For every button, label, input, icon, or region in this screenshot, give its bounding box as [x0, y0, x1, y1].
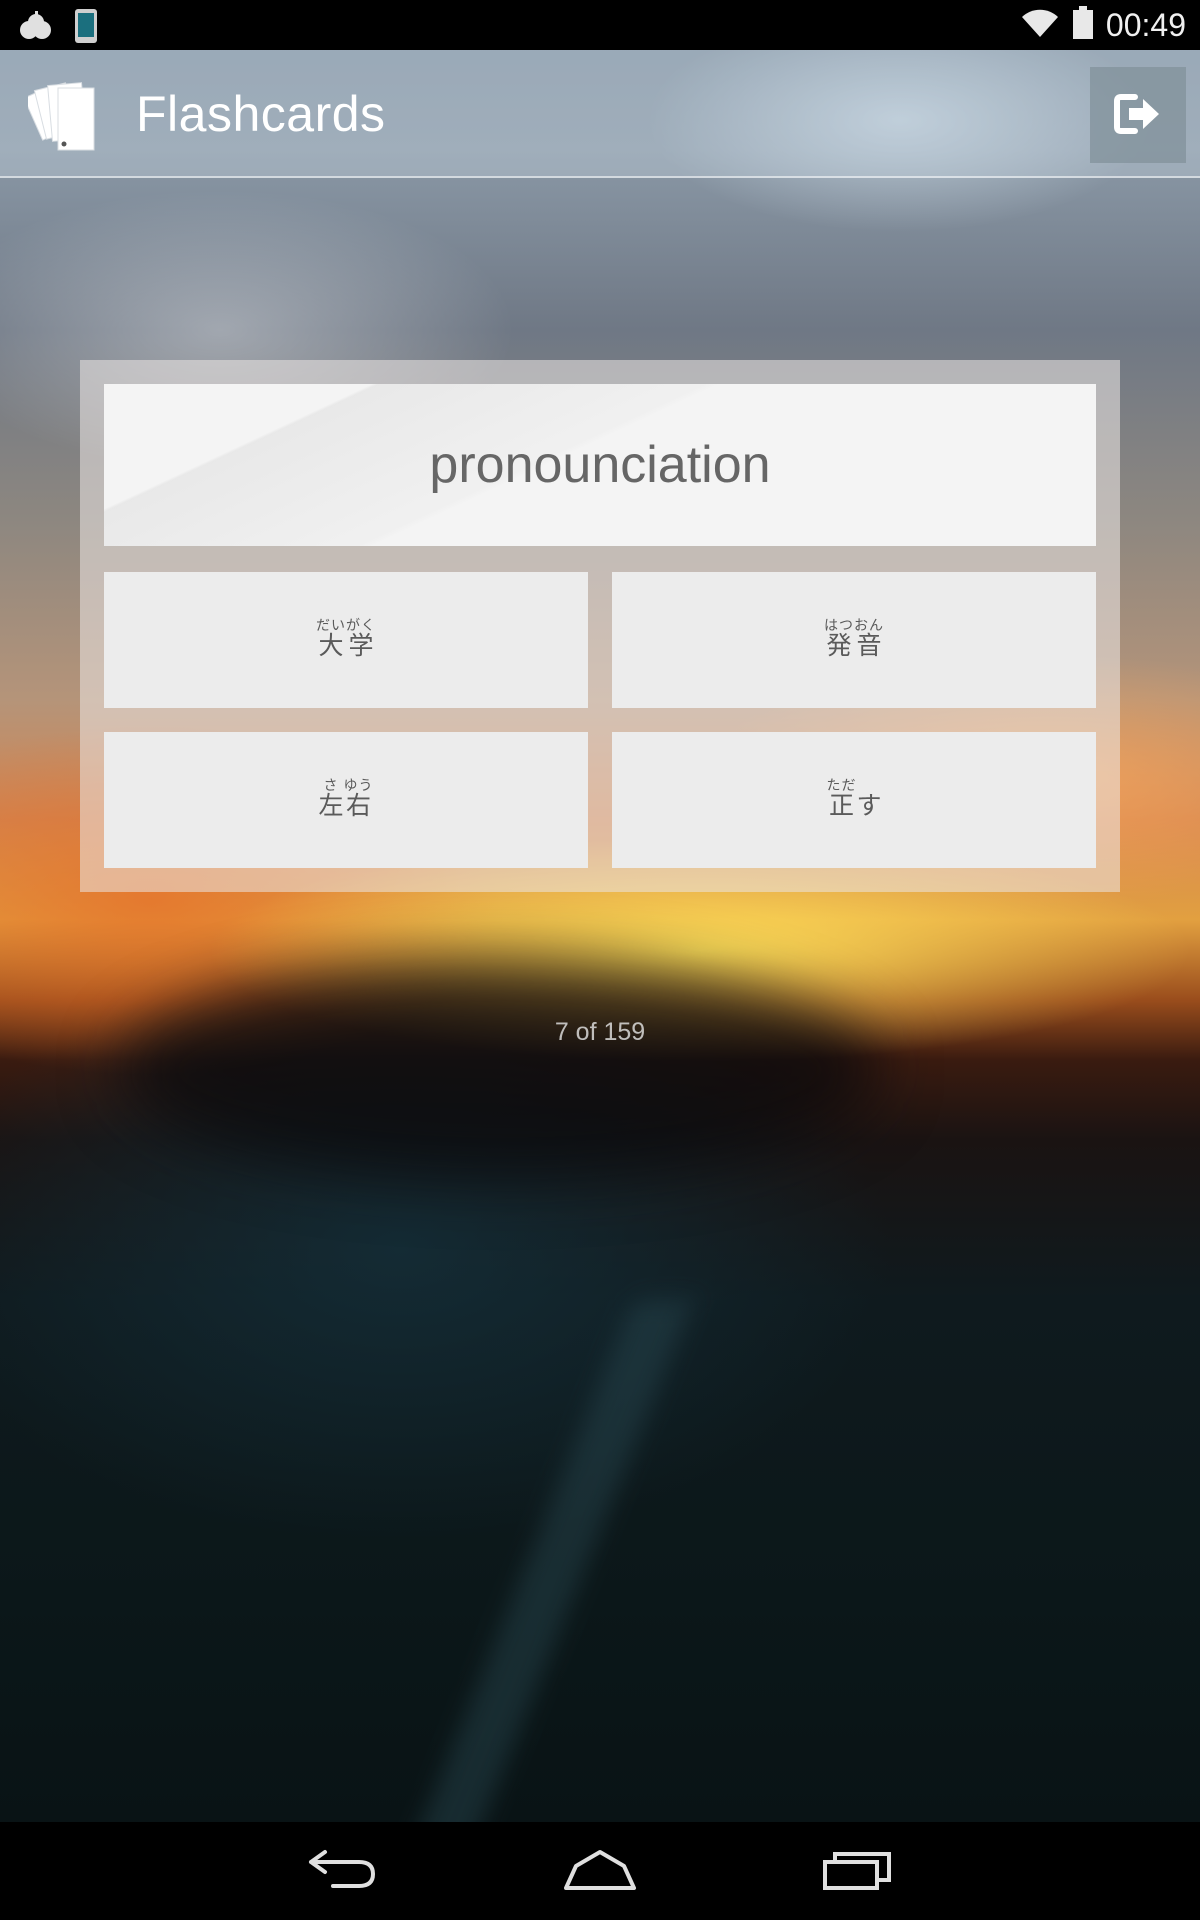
home-button[interactable]: [540, 1838, 660, 1904]
answer-option-1[interactable]: 大学だいがく: [104, 572, 588, 708]
answer-furigana: だいがく: [316, 618, 376, 634]
flashcards-stack-icon: [23, 76, 98, 152]
answer-option-2[interactable]: 発音はつおん: [612, 572, 1096, 708]
answer-text: 発音はつおん: [824, 618, 884, 662]
answer-option-4[interactable]: 正ただす: [612, 732, 1096, 868]
navigation-bar: [0, 1822, 1200, 1920]
answer-option-3[interactable]: 左さ右ゆう: [104, 732, 588, 868]
recents-icon: [821, 1848, 893, 1895]
battery-icon: [1072, 6, 1094, 44]
answer-kanji: 左: [318, 791, 344, 820]
wifi-icon: [1020, 7, 1060, 43]
question-card: pronounciation: [104, 384, 1096, 546]
notification-cloud-icon: [18, 11, 54, 45]
answer-furigana: ゆう: [343, 778, 374, 794]
recents-button[interactable]: [797, 1838, 917, 1904]
app-title: Flashcards: [136, 86, 386, 142]
answer-kanji: 発音: [824, 631, 884, 660]
back-button[interactable]: [283, 1838, 403, 1904]
answer-kanji: 右: [343, 791, 374, 820]
status-bar: 00:49: [0, 0, 1200, 50]
answer-text: 大学だいがく: [316, 618, 376, 662]
answer-text: 左さ右ゆう: [318, 778, 373, 822]
exit-icon: [1113, 93, 1163, 138]
answer-furigana: ただ: [826, 778, 857, 794]
notification-icons: [18, 8, 98, 48]
blurred-sunset-background: [0, 0, 1200, 1920]
screen: 00:49 Flashcards pronounciation 大学だいがく 発…: [0, 0, 1200, 1920]
background-silhouette: [120, 960, 880, 1180]
answer-text: 正ただす: [826, 778, 881, 822]
system-indicators: 00:49: [1020, 4, 1186, 46]
answer-okurigana: す: [856, 791, 882, 820]
answer-furigana: さ: [318, 778, 344, 794]
answer-kanji: 大学: [316, 631, 376, 660]
clock: 00:49: [1105, 7, 1186, 43]
question-text: pronounciation: [429, 436, 771, 494]
action-bar: Flashcards: [0, 50, 1200, 178]
answer-furigana: はつおん: [824, 618, 884, 634]
back-icon: [307, 1848, 379, 1895]
answer-kanji: 正: [826, 791, 857, 820]
home-icon: [562, 1848, 638, 1895]
flashcard-panel: pronounciation 大学だいがく 発音はつおん 左さ右ゆう 正ただす: [80, 360, 1120, 892]
progress-counter: 7 of 159: [554, 1018, 646, 1046]
exit-button[interactable]: [1090, 67, 1186, 163]
tablet-icon: [74, 8, 98, 48]
